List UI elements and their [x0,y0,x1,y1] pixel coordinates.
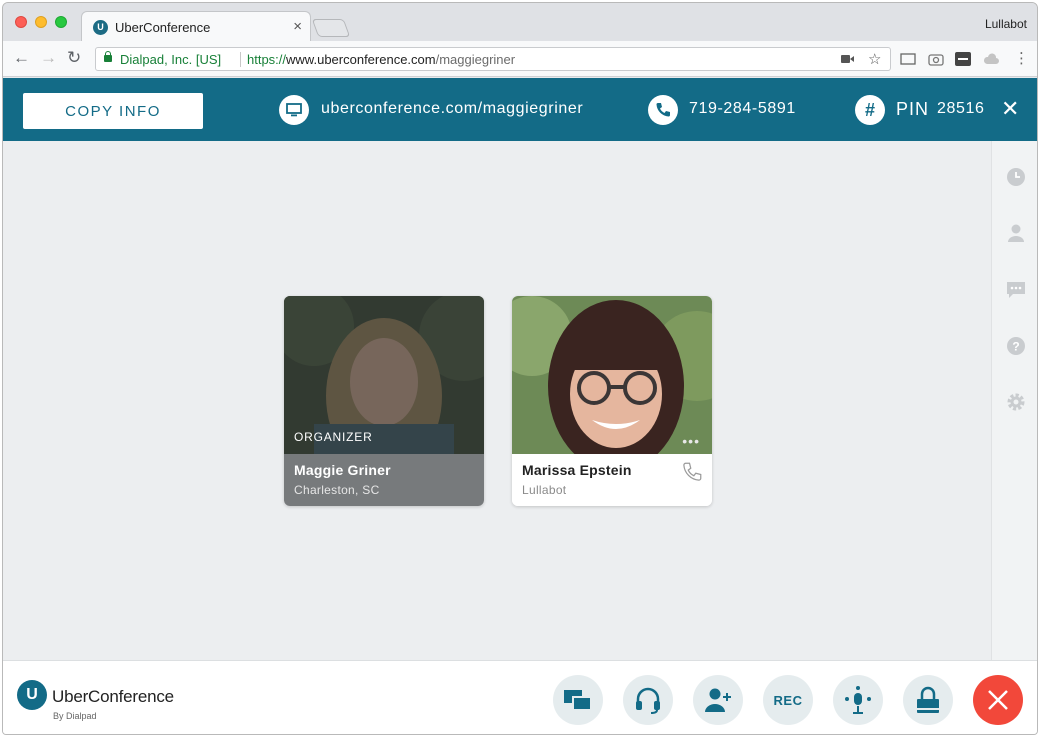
browser-toolbar: ← → ↻ Dialpad, Inc. [US] https://www.ube… [3,41,1037,77]
url-host: www.uberconference.com [286,52,436,67]
tab-close-icon[interactable]: × [293,18,302,35]
uberconference-logo-icon: U [17,680,47,710]
conference-stage: ORGANIZER Maggie Griner Charleston, SC •… [3,141,991,660]
microphone-button[interactable] [833,675,883,725]
person-icon[interactable] [1006,223,1026,243]
participant-location: Charleston, SC [294,483,380,497]
new-tab-button[interactable] [311,19,351,37]
participant-info: Maggie Griner Charleston, SC [284,454,484,506]
profile-name[interactable]: Lullabot [985,17,1027,31]
help-icon[interactable]: ? [1006,336,1026,356]
settings-gear-icon[interactable] [1006,392,1026,412]
window-minimize-button[interactable] [35,16,47,28]
window-close-button[interactable] [15,16,27,28]
close-info-bar-icon[interactable]: ✕ [1001,96,1019,122]
right-sidebar: ? [991,141,1037,660]
uberconference-favicon-icon: U [93,20,108,35]
participant-name: Maggie Griner [294,462,391,478]
organizer-tag: ORGANIZER [294,430,373,444]
url-scheme: https:// [247,52,287,67]
reload-icon[interactable]: ↻ [67,48,81,68]
screen-share-button[interactable] [553,675,603,725]
close-icon [988,690,1008,710]
url-path: /maggiegriner [435,52,516,67]
audio-headset-button[interactable] [623,675,673,725]
participant-location: Lullabot [522,483,567,497]
record-button[interactable]: REC [763,675,813,725]
headset-icon [636,687,660,714]
control-bar: U UberConference By Dialpad REC [3,660,1037,734]
microphone-icon [845,686,871,714]
hang-up-button[interactable] [973,675,1023,725]
extension-icon[interactable] [955,52,971,66]
participant-avatar [512,296,712,454]
pin-label: PIN [896,99,930,119]
screen-share-icon [564,690,592,711]
phone-connection-icon[interactable] [682,462,702,487]
lock-icon [104,51,112,62]
address-divider [240,52,241,67]
lock-icon [917,686,939,713]
forward-arrow-icon[interactable]: → [40,48,57,68]
browser-window: U UberConference × Lullabot ← → ↻ Dialpa… [2,2,1038,735]
copy-info-button[interactable]: COPY INFO [23,93,203,129]
security-label: Dialpad, Inc. [US] [120,52,222,67]
more-options-icon[interactable]: ••• [682,433,700,449]
url-text[interactable]: https://www.uberconference.com/maggiegri… [247,52,515,67]
add-person-icon [705,688,731,712]
participant-card[interactable]: ••• Marissa Epstein Lullabot [512,296,712,506]
browser-menu-icon[interactable]: ⋮ [1014,49,1030,67]
address-bar[interactable]: Dialpad, Inc. [US] https://www.uberconfe… [95,47,891,71]
brand-name: UberConference [52,687,174,706]
tab-strip: U UberConference × Lullabot [3,3,1037,41]
participant-card-organizer[interactable]: ORGANIZER Maggie Griner Charleston, SC [284,296,484,506]
conference-info-bar: COPY INFO uberconference.com/maggiegrine… [3,78,1037,141]
cloud-icon[interactable] [983,52,999,66]
monitor-icon [279,95,309,125]
window-zoom-button[interactable] [55,16,67,28]
lock-conference-button[interactable] [903,675,953,725]
add-participant-button[interactable] [693,675,743,725]
participant-name: Marissa Epstein [522,462,632,478]
hash-icon: # [855,95,885,125]
phone-icon [648,95,678,125]
svg-text:?: ? [1012,340,1019,354]
screenshot-camera-icon[interactable] [928,52,944,66]
browser-tab[interactable]: U UberConference × [81,11,311,41]
dial-in-number[interactable]: 719-284-5891 [689,100,796,118]
camera-indicator-icon[interactable] [841,52,854,67]
tab-title: UberConference [115,20,211,35]
back-arrow-icon[interactable]: ← [13,48,30,68]
bookmark-star-icon[interactable]: ☆ [868,50,881,68]
clock-icon[interactable] [1006,167,1026,187]
cast-icon[interactable] [900,52,916,66]
brand-subtitle: By Dialpad [53,711,97,721]
pin-value[interactable]: 28516 [937,100,985,118]
conference-url[interactable]: uberconference.com/maggiegriner [321,100,583,118]
chat-icon[interactable] [1006,280,1026,300]
